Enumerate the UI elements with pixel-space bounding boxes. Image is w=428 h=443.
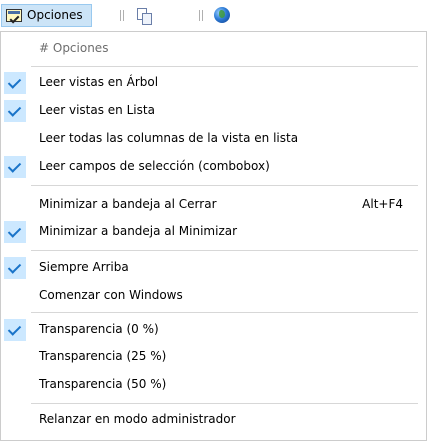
menu-header: # Opciones	[39, 41, 109, 55]
globe-icon[interactable]	[214, 7, 230, 23]
menu-item-label: Leer vistas en Árbol	[39, 75, 159, 89]
toolbar: Opciones	[0, 0, 428, 31]
copy-button[interactable]	[137, 8, 155, 26]
menu-item-minimizar-minimizar[interactable]: Minimizar a bandeja al Minimizar	[1, 221, 426, 247]
menu-item-siempre-arriba[interactable]: Siempre Arriba	[1, 257, 426, 283]
opciones-menu-button[interactable]: Opciones	[1, 4, 92, 27]
checkmark-icon	[4, 156, 26, 178]
menu-item-relanzar-administrador[interactable]: Relanzar en modo administrador	[1, 409, 426, 435]
menu-item-label: Transparencia (0 %)	[39, 322, 159, 336]
menu-item-minimizar-cerrar[interactable]: Minimizar a bandeja al Cerrar Alt+F4	[1, 194, 426, 220]
menu-item-label: Leer vistas en Lista	[39, 103, 155, 117]
menu-item-label: Relanzar en modo administrador	[39, 412, 236, 426]
opciones-label: Opciones	[27, 8, 83, 22]
menu-separator	[31, 66, 418, 67]
menu-item-shortcut: Alt+F4	[362, 197, 403, 211]
menu-item-label: Transparencia (25 %)	[39, 349, 167, 363]
checkmark-icon	[4, 257, 26, 279]
menu-item-transparencia-25[interactable]: Transparencia (25 %)	[1, 346, 426, 372]
menu-item-leer-vistas-arbol[interactable]: Leer vistas en Árbol	[1, 72, 426, 98]
options-icon	[6, 9, 22, 22]
menu-item-label: Siempre Arriba	[39, 260, 129, 274]
menu-item-label: Minimizar a bandeja al Cerrar	[39, 197, 217, 211]
menu-separator	[31, 312, 418, 313]
toolbar-separator	[199, 10, 203, 21]
menu-item-leer-vistas-lista[interactable]: Leer vistas en Lista	[1, 100, 426, 126]
menu-item-label: Comenzar con Windows	[39, 288, 183, 302]
menu-item-label: Leer todas las columnas de la vista en l…	[39, 131, 299, 145]
checkmark-icon	[4, 100, 26, 122]
opciones-dropdown-menu: # Opciones Leer vistas en Árbol Leer vis…	[0, 31, 427, 441]
menu-item-label: Minimizar a bandeja al Minimizar	[39, 224, 238, 238]
menu-item-leer-campos-seleccion[interactable]: Leer campos de selección (combobox)	[1, 156, 426, 182]
checkmark-icon	[4, 221, 26, 243]
menu-separator	[31, 403, 418, 404]
checkmark-icon	[4, 319, 26, 341]
menu-item-label: Transparencia (50 %)	[39, 377, 167, 391]
toolbar-separator	[120, 10, 124, 21]
menu-item-transparencia-0[interactable]: Transparencia (0 %)	[1, 319, 426, 345]
menu-item-transparencia-50[interactable]: Transparencia (50 %)	[1, 374, 426, 400]
copy-icon-back-page	[142, 13, 152, 25]
menu-item-comenzar-windows[interactable]: Comenzar con Windows	[1, 285, 426, 311]
menu-separator	[31, 250, 418, 251]
menu-item-leer-todas-columnas[interactable]: Leer todas las columnas de la vista en l…	[1, 128, 426, 154]
menu-item-label: Leer campos de selección (combobox)	[39, 159, 270, 173]
menu-separator	[31, 185, 418, 186]
checkmark-icon	[4, 72, 26, 94]
